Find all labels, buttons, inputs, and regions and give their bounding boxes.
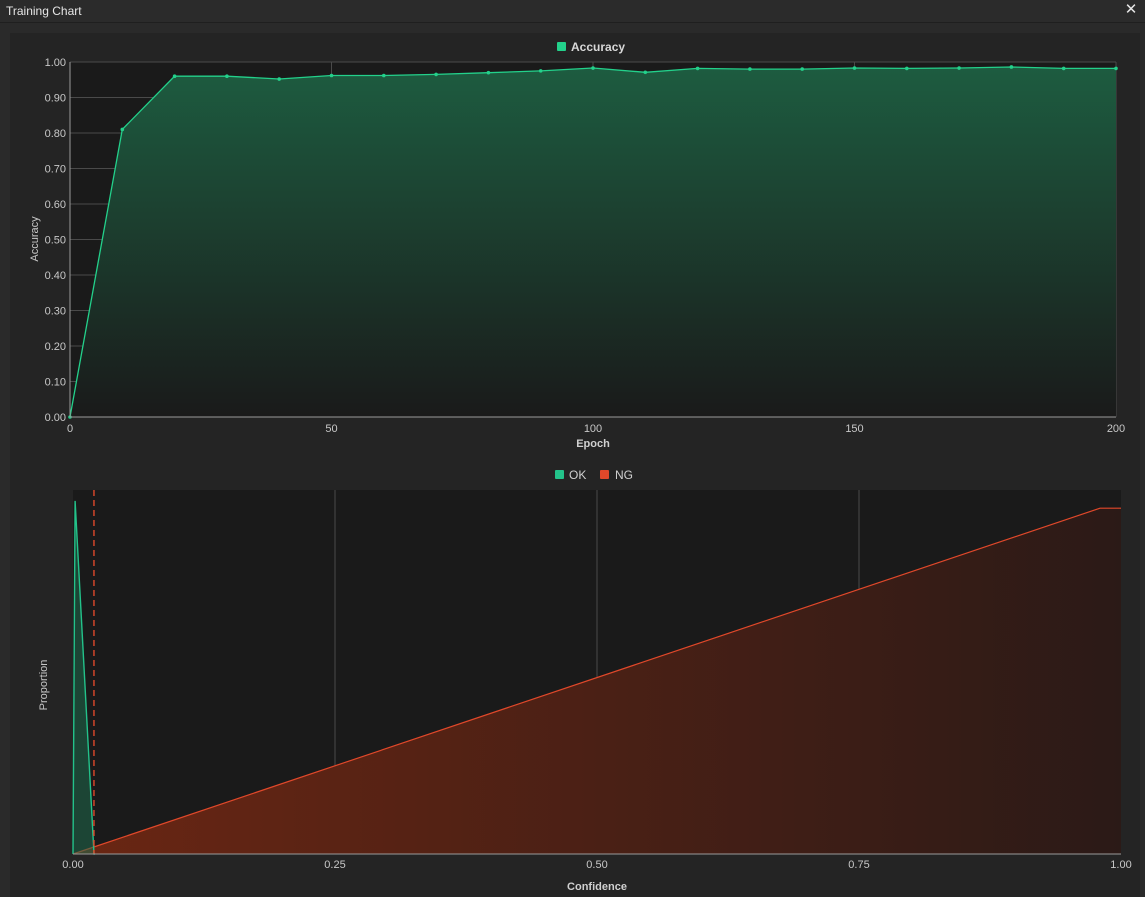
- accuracy-legend-swatch: [557, 42, 566, 51]
- accuracy-point: [957, 66, 961, 70]
- accuracy-point: [538, 69, 543, 73]
- accuracy-point: [643, 70, 648, 75]
- ng-legend-swatch: [600, 470, 609, 479]
- accuracy-point: [172, 74, 177, 78]
- accuracy-y-tick-label: 0.90: [45, 93, 66, 105]
- window-title: Training Chart: [6, 4, 82, 18]
- accuracy-y-ticks: 0.00 0.10 0.20 0.30 0.40 0.50 0.60 0.70 0.80 0.90…: [45, 57, 66, 424]
- accuracy-point: [748, 67, 752, 71]
- confidence-x-tick-label: 0.00: [62, 859, 83, 871]
- accuracy-y-tick-label: 0.60: [45, 199, 66, 211]
- charts-panel: 0.00 0.10 0.20 0.30 0.40 0.50 0.60 0.70 0.80 0.90…: [10, 33, 1140, 897]
- accuracy-y-tick-label: 0.30: [45, 306, 66, 318]
- confidence-x-tick-label: 1.00: [1110, 859, 1131, 871]
- accuracy-point: [225, 74, 229, 78]
- accuracy-x-tick-label: 150: [845, 423, 863, 435]
- accuracy-y-tick-label: 0.10: [45, 377, 66, 389]
- accuracy-legend-label: Accuracy: [571, 40, 625, 54]
- accuracy-point: [695, 66, 700, 71]
- ng-legend-label: NG: [615, 468, 633, 482]
- accuracy-chart: 0.00 0.10 0.20 0.30 0.40 0.50 0.60 0.70 0.80 0.90…: [29, 40, 1125, 450]
- accuracy-point: [1114, 66, 1118, 71]
- confidence-legend: OK NG: [555, 468, 633, 482]
- accuracy-point: [905, 66, 909, 71]
- accuracy-legend: Accuracy: [557, 40, 625, 54]
- accuracy-point: [434, 72, 438, 77]
- accuracy-y-tick-label: 0.70: [45, 164, 66, 176]
- confidence-chart: 0.00 0.25 0.50 0.75 1.00 OK NG Confidence Pr…: [38, 468, 1132, 893]
- accuracy-point: [382, 73, 386, 78]
- title-bar: Training Chart ✕: [0, 0, 1145, 23]
- accuracy-x-tick-label: 100: [584, 423, 602, 435]
- accuracy-x-tick-label: 0: [67, 423, 73, 435]
- close-icon[interactable]: ✕: [1123, 2, 1139, 18]
- accuracy-point: [1061, 66, 1066, 71]
- confidence-x-tick-label: 0.25: [324, 859, 345, 871]
- confidence-x-ticks: 0.00 0.25 0.50 0.75 1.00: [62, 859, 1131, 871]
- confidence-x-label: Confidence: [567, 881, 627, 893]
- accuracy-y-label: Accuracy: [29, 216, 41, 262]
- accuracy-point: [1009, 65, 1014, 69]
- accuracy-point: [329, 73, 334, 78]
- accuracy-x-ticks: 0 50 100 150 200: [67, 423, 1125, 435]
- accuracy-y-tick-label: 0.20: [45, 341, 66, 353]
- charts-svg: 0.00 0.10 0.20 0.30 0.40 0.50 0.60 0.70 0.80 0.90…: [29, 40, 1132, 893]
- accuracy-point: [800, 67, 804, 71]
- accuracy-point: [852, 66, 857, 70]
- accuracy-y-tick-label: 1.00: [45, 57, 66, 69]
- ok-legend-label: OK: [569, 468, 586, 482]
- confidence-y-label: Proportion: [38, 660, 50, 711]
- accuracy-point: [486, 70, 491, 75]
- accuracy-x-label: Epoch: [576, 438, 610, 450]
- accuracy-point: [120, 127, 125, 132]
- ok-legend-swatch: [555, 470, 564, 479]
- accuracy-point: [591, 66, 595, 70]
- accuracy-y-tick-label: 0.00: [45, 412, 66, 424]
- accuracy-point: [277, 77, 282, 81]
- accuracy-y-tick-label: 0.50: [45, 235, 66, 247]
- accuracy-y-tick-label: 0.40: [45, 270, 66, 282]
- confidence-x-tick-label: 0.50: [586, 859, 607, 871]
- accuracy-y-tick-label: 0.80: [45, 128, 66, 140]
- confidence-x-tick-label: 0.75: [848, 859, 869, 871]
- accuracy-x-tick-label: 200: [1107, 423, 1125, 435]
- accuracy-x-tick-label: 50: [325, 423, 337, 435]
- accuracy-area: [70, 67, 1116, 417]
